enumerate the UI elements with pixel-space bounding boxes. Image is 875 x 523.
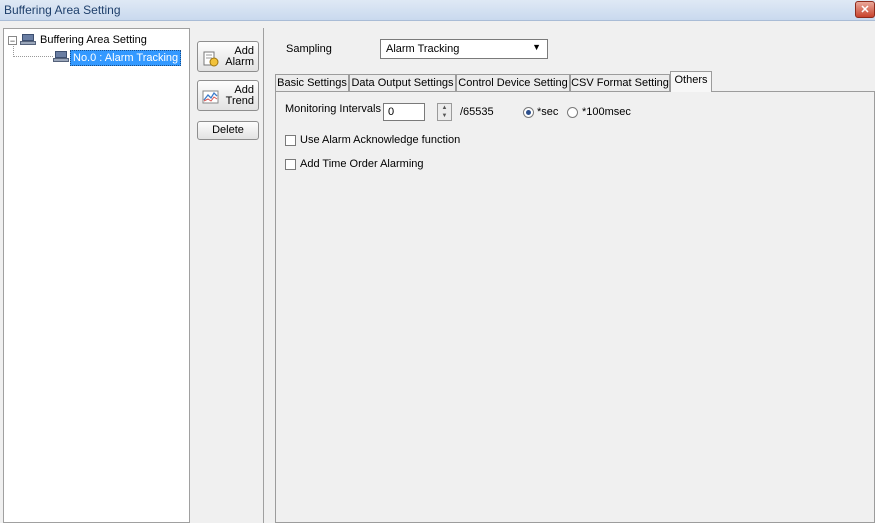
tree-item-label: No.0 : Alarm Tracking — [70, 50, 182, 66]
add-trend-icon — [202, 90, 219, 104]
unit-sec-label: *sec — [537, 106, 559, 118]
unit-100msec-label: *100msec — [582, 106, 631, 118]
window-title: Buffering Area Setting — [4, 3, 121, 17]
monitoring-intervals-label: Monitoring Intervals — [285, 103, 381, 115]
monitoring-intervals-input[interactable]: 0 — [383, 103, 425, 121]
tab-control-device-setting[interactable]: Control Device Setting — [456, 74, 570, 92]
sampling-label: Sampling — [286, 43, 332, 55]
add-trend-label-2: Trend — [225, 95, 254, 107]
delete-button[interactable]: Delete — [197, 121, 259, 140]
tree-panel: − Buffering Area Setting No.0 : Alarm Tr… — [3, 28, 190, 523]
close-button[interactable]: ✕ — [855, 1, 875, 18]
unit-100msec-radio[interactable] — [567, 107, 578, 118]
monitoring-intervals-value: 0 — [388, 106, 395, 118]
add-alarm-button[interactable]: Add Alarm — [197, 41, 259, 72]
tree-connector — [13, 56, 53, 57]
panel-divider — [263, 28, 264, 523]
title-bar: Buffering Area Setting ✕ — [0, 0, 875, 21]
add-trend-button[interactable]: Add Trend — [197, 80, 259, 111]
tab-data-output-settings[interactable]: Data Output Settings — [349, 74, 456, 92]
spin-up-icon[interactable]: ▲ — [438, 104, 451, 112]
max-value-label: /65535 — [460, 106, 494, 118]
collapse-icon[interactable]: − — [8, 36, 17, 46]
sampling-select[interactable]: Alarm Tracking ▼ — [380, 39, 548, 59]
chevron-down-icon: ▼ — [532, 42, 541, 52]
others-tab-panel — [275, 91, 875, 523]
unit-sec-radio[interactable] — [523, 107, 534, 118]
add-time-order-label: Add Time Order Alarming — [300, 158, 424, 170]
device-icon — [20, 34, 36, 46]
sampling-value: Alarm Tracking — [386, 43, 460, 55]
monitoring-intervals-spinner[interactable]: ▲ ▼ — [437, 103, 452, 121]
add-alarm-label-2: Alarm — [225, 56, 254, 68]
tree-item-root-label: Buffering Area Setting — [40, 34, 147, 46]
use-alarm-ack-checkbox[interactable] — [285, 135, 296, 146]
device-icon — [53, 51, 69, 63]
spin-down-icon[interactable]: ▼ — [438, 112, 451, 120]
tab-basic-settings[interactable]: Basic Settings — [275, 74, 349, 92]
add-time-order-checkbox[interactable] — [285, 159, 296, 170]
delete-label: Delete — [212, 124, 244, 136]
use-alarm-ack-label: Use Alarm Acknowledge function — [300, 134, 461, 146]
add-alarm-icon — [203, 51, 219, 67]
tab-others[interactable]: Others — [670, 71, 712, 92]
close-icon: ✕ — [860, 4, 870, 16]
tab-csv-format-setting[interactable]: CSV Format Setting — [570, 74, 670, 92]
